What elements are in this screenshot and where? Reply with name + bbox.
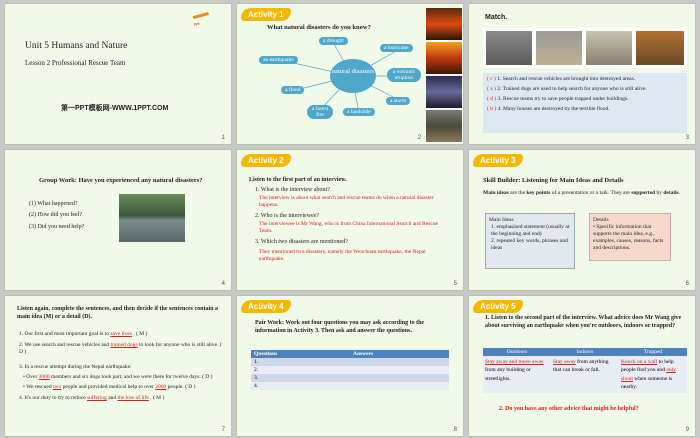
table-header-row: Questions Answers (251, 350, 449, 358)
flood-photo (119, 194, 185, 242)
slide-number: 8 (453, 427, 457, 433)
column-header: Questions (254, 351, 278, 357)
main-ideas-item: 2. repeated key words, phrases and ideas (491, 237, 568, 251)
slide-number: 9 (685, 427, 689, 433)
mindmap-center: natural disasters (330, 59, 376, 93)
question-item: (1) What happened? (29, 201, 78, 207)
question-item: (3) Did you need help? (29, 224, 85, 230)
slide-number: 7 (221, 427, 225, 433)
rescue-vehicles-photo (486, 31, 532, 65)
answer: The interview is about what search and r… (259, 195, 434, 208)
slide-title: Listen again, complete the sentences, an… (17, 306, 218, 320)
sentence-line: 4. It's our duty to try to reduce suffer… (19, 395, 165, 401)
volcano-photo (426, 8, 462, 40)
question-item: (2) How did you feel? (29, 212, 82, 218)
slide-title: Pair Work: Work out four questions you m… (255, 320, 425, 334)
activity-badge: Activity 4 (241, 300, 291, 313)
slide-number: 3 (685, 135, 689, 141)
activity-badge: Activity 2 (241, 154, 291, 167)
mindmap-node-flood: a flood (281, 86, 305, 94)
slide-title: Unit 5 Humans and Nature (25, 41, 128, 51)
slide-number: 4 (221, 281, 225, 287)
details-heading: Details (593, 217, 609, 223)
activity-badge: Activity 3 (473, 154, 523, 167)
slide-subtitle: Lesson 2 Professional Rescue Team (25, 59, 126, 67)
slide-thumbnail-6[interactable]: Activity 3 Skill Builder: Listening for … (468, 149, 696, 291)
activity-badge: Activity 5 (473, 300, 523, 313)
slide-intro: Listen to the first part of an interview… (249, 177, 347, 183)
mindmap-node-drought: a drought (319, 37, 348, 45)
photo-strip (483, 28, 687, 68)
match-item: ( c ) 1. Search and rescue vehicles are … (487, 76, 636, 82)
match-list: ( c ) 1. Search and rescue vehicles are … (483, 73, 687, 133)
answer: They mentioned two disasters, namely the… (259, 249, 426, 262)
rescue-team-photo (636, 31, 684, 65)
rescue-dogs-photo (586, 31, 632, 65)
sentence-line: • We rescued two people and provided med… (23, 384, 196, 390)
slide-thumbnail-2[interactable]: Activity 1 What natural disasters do you… (236, 3, 464, 145)
slide-title: Skill Builder: Listening for Main Ideas … (483, 177, 624, 184)
slide-thumbnail-4[interactable]: Group Work: Have you experienced any nat… (4, 149, 232, 291)
mindmap-node-volcanic-eruption: a volcanic eruption (387, 68, 421, 83)
mindmap-node-earthquake: an earthquake (259, 56, 298, 64)
slide-title: Group Work: Have you experienced any nat… (39, 177, 203, 184)
flood-houses-photo (536, 31, 582, 65)
slide-thumbnail-7[interactable]: Listen again, complete the sentences, an… (4, 295, 232, 437)
question: 3. Which two disasters are mentioned? (255, 239, 348, 245)
sentence-line: 2. We use search and rescue vehicles and… (19, 342, 222, 355)
table-row: 4. (251, 382, 449, 390)
table-row: 3. (251, 374, 449, 382)
sentence-line: 1. Our first and most important goal is … (19, 331, 148, 337)
slide-number: 6 (685, 281, 689, 287)
slide-title: Match. (485, 14, 508, 21)
slide-number: 5 (453, 281, 457, 287)
details-box: Details • Specific information that supp… (589, 213, 671, 261)
mindmap-node-storm: a storm (386, 97, 411, 105)
mindmap-node-landslide: a landslide (343, 108, 375, 116)
table-row: 2. (251, 366, 449, 374)
column-header: Trapped (643, 349, 663, 355)
slide-title: 1. Listen to the second part of the inte… (485, 315, 682, 329)
slide-thumbnail-8[interactable]: Activity 4 Pair Work: Work out four ques… (236, 295, 464, 437)
slide-thumbnail-3[interactable]: Match. ( c ) 1. Search and rescue vehicl… (468, 3, 696, 145)
tornado-photo (426, 110, 462, 142)
mindmap-node-forest-fire: a forest fire (307, 105, 333, 120)
slide-footer: 第一PPT模板网-WWW.1PPT.COM (61, 105, 169, 112)
answer: The interviewee is Mr Wang, who is from … (259, 221, 438, 234)
table-cell: Stay away and move away from any buildin… (485, 359, 544, 382)
table-cell: Stay away from anything that can break o… (553, 359, 609, 374)
column-header: Indoors (576, 349, 594, 355)
match-item: ( b ) 4. Many houses are destroyed by th… (487, 105, 610, 112)
slide-thumbnail-1[interactable]: ppt Unit 5 Humans and Nature Lesson 2 Pr… (4, 3, 232, 145)
main-ideas-item: 1. emphasized statement (usually at the … (491, 223, 570, 237)
column-header: Answers (353, 351, 374, 357)
match-item: ( a ) 2. Trained dogs are used to help s… (487, 85, 647, 92)
main-ideas-heading: Main Ideas (489, 217, 514, 223)
advice-table: Outdoors Indoors Trapped Stay away and m… (483, 348, 687, 393)
mindmap-node-hurricane: a hurricane (380, 44, 413, 52)
follow-up-question: 2. Do you have any other advice that mig… (499, 406, 639, 412)
slide-description: Main ideas are the key points of a prese… (483, 190, 680, 196)
table-cell: Knock on a wall to help people find you … (621, 359, 676, 390)
slide-thumbnail-9[interactable]: Activity 5 1. Listen to the second part … (468, 295, 696, 437)
column-header: Outdoors (506, 349, 528, 355)
match-item: ( d ) 3. Rescue teams try to save people… (487, 95, 629, 102)
question: 1. What is the interview about? (255, 187, 330, 193)
question: 2. Who is the interviewee? (255, 213, 320, 219)
fire-photo (426, 42, 462, 74)
qa-table: Questions Answers 1. 2. 3. 4. (251, 350, 449, 390)
logo-icon: ppt (191, 10, 213, 26)
pencil-logo-icon: ppt (192, 11, 209, 26)
svg-text:ppt: ppt (194, 21, 200, 26)
details-item: • Specific information that supports the… (593, 223, 664, 251)
main-ideas-box: Main Ideas 1. emphasized statement (usua… (485, 213, 575, 269)
slide-thumbnail-5[interactable]: Activity 2 Listen to the first part of a… (236, 149, 464, 291)
sentence-line: • Over 3000 members and six dogs took pa… (23, 374, 213, 380)
lightning-photo (426, 76, 462, 108)
table-row: 1. (251, 358, 449, 366)
sentence-line: 3. In a rescue attempt during the Nepal … (19, 364, 132, 370)
slide-number: 1 (221, 135, 225, 141)
slide-number: 2 (417, 135, 421, 141)
